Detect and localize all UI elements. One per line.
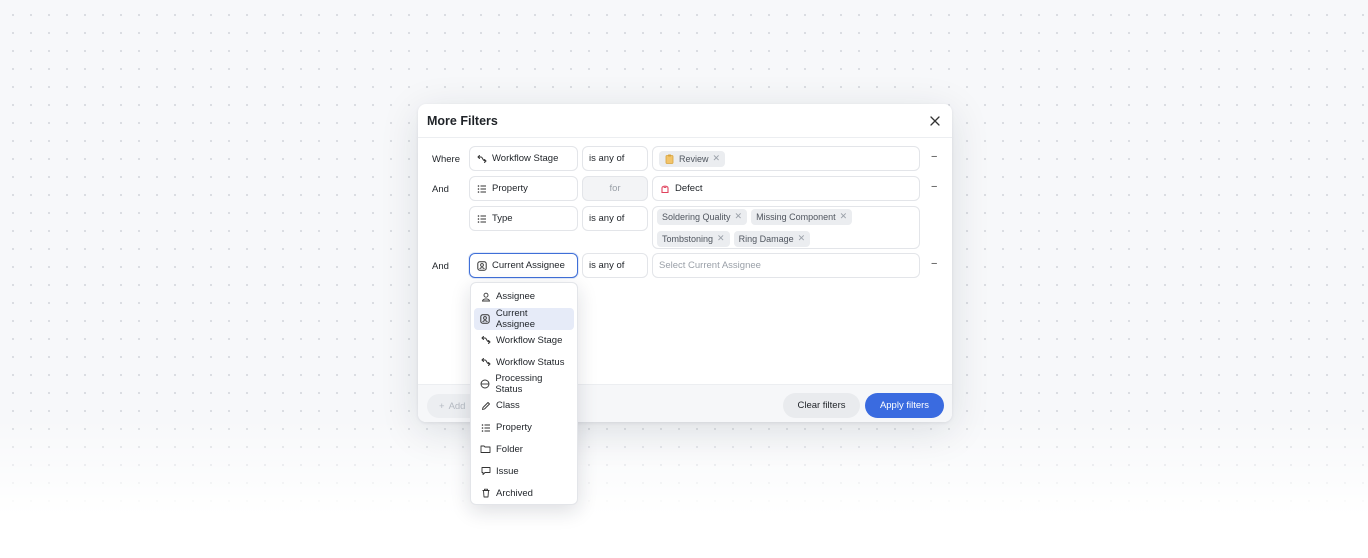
- operator-label: is any of: [589, 260, 625, 271]
- dropdown-item-label: Archived: [496, 487, 533, 499]
- plus-icon: +: [439, 400, 445, 412]
- chip-remove-icon[interactable]: ✕: [840, 211, 848, 222]
- dropdown-item-current-assignee[interactable]: Current Assignee: [474, 308, 574, 330]
- operator-label: for: [609, 183, 621, 194]
- workflow-icon: [480, 357, 491, 368]
- dropdown-item-label: Current Assignee: [495, 307, 535, 330]
- property-value-select[interactable]: Defect: [652, 176, 920, 201]
- field-label: Property: [492, 183, 528, 194]
- remove-row-button[interactable]: −: [931, 258, 937, 270]
- chip-label: Tombstoning: [662, 233, 714, 244]
- user-icon: [480, 291, 491, 302]
- value-chip: Ring Damage ✕: [733, 230, 811, 247]
- dropdown-item-label: Processing Status: [495, 373, 543, 396]
- chip-label: Ring Damage: [738, 233, 794, 244]
- row-conjunction: Where: [432, 154, 460, 165]
- chip-label: Missing Component: [756, 211, 836, 222]
- row-conjunction: And: [432, 184, 449, 195]
- list-icon: [476, 183, 487, 194]
- field-select[interactable]: Workflow Stage: [469, 146, 578, 171]
- operator-for-label: for: [582, 176, 648, 201]
- list-icon: [476, 213, 487, 224]
- field-dropdown-menu: Assignee Current Assignee Workflow Stage…: [470, 282, 578, 505]
- operator-select[interactable]: is any of: [582, 206, 648, 231]
- dropdown-item-property[interactable]: Property: [474, 417, 574, 439]
- trash-icon: [480, 488, 491, 499]
- folder-icon: [480, 444, 491, 455]
- value-placeholder: Select Current Assignee: [659, 260, 761, 271]
- value-chip: Missing Component ✕: [751, 208, 853, 225]
- modal-header: More Filters: [418, 104, 952, 138]
- modal-title: More Filters: [427, 113, 498, 128]
- value-select[interactable]: Review ✕: [652, 146, 920, 171]
- operator-select[interactable]: is any of: [582, 253, 648, 278]
- value-chip: Tombstoning ✕: [657, 230, 730, 247]
- assignee-badge-icon: [476, 260, 487, 271]
- dropdown-item-workflow-stage[interactable]: Workflow Stage: [474, 330, 574, 352]
- field-label: Type: [492, 213, 513, 224]
- close-icon: [930, 116, 940, 126]
- assignee-badge-icon: [480, 313, 491, 324]
- dropdown-item-label: Workflow Status: [496, 356, 565, 368]
- dropdown-item-archived[interactable]: Archived: [474, 482, 574, 504]
- chip-remove-icon[interactable]: ✕: [798, 233, 806, 244]
- value-chip: Review ✕: [659, 150, 726, 167]
- chip-remove-icon[interactable]: ✕: [735, 211, 743, 222]
- dropdown-item-assignee[interactable]: Assignee: [474, 286, 574, 308]
- defect-icon: [659, 183, 670, 194]
- dropdown-item-label: Workflow Stage: [496, 334, 563, 346]
- workflow-icon: [476, 153, 487, 164]
- close-button[interactable]: [927, 113, 943, 129]
- assignee-value-select[interactable]: Select Current Assignee: [652, 253, 920, 278]
- dropdown-item-workflow-status[interactable]: Workflow Status: [474, 351, 574, 373]
- add-filter-label: Add: [448, 400, 466, 412]
- field-select[interactable]: Current Assignee: [469, 253, 578, 278]
- dropdown-item-class[interactable]: Class: [474, 395, 574, 417]
- comment-icon: [480, 466, 491, 477]
- operator-label: is any of: [589, 213, 625, 224]
- dropdown-item-label: Class: [496, 400, 520, 412]
- pencil-icon: [480, 400, 491, 411]
- field-label: Current Assignee: [492, 260, 565, 271]
- property-value-label: Defect: [675, 183, 703, 194]
- dropdown-item-label: Assignee: [496, 291, 536, 303]
- remove-row-button[interactable]: −: [931, 181, 937, 193]
- field-select[interactable]: Property: [469, 176, 578, 201]
- value-select[interactable]: Soldering Quality ✕ Missing Component ✕ …: [652, 206, 920, 249]
- chip-label: Review: [679, 153, 709, 164]
- row-conjunction: And: [432, 261, 449, 272]
- dropdown-item-folder[interactable]: Folder: [474, 439, 574, 461]
- field-label: Workflow Stage: [492, 153, 559, 164]
- clear-filters-button[interactable]: Clear filters: [783, 393, 860, 418]
- operator-select[interactable]: is any of: [582, 146, 648, 171]
- list-icon: [480, 422, 491, 433]
- dropdown-item-label: Folder: [496, 443, 523, 455]
- chip-remove-icon[interactable]: ✕: [717, 233, 725, 244]
- operator-label: is any of: [589, 153, 625, 164]
- value-chip: Soldering Quality ✕: [657, 208, 748, 225]
- remove-row-button[interactable]: −: [931, 151, 937, 163]
- dropdown-item-issue[interactable]: Issue: [474, 460, 574, 482]
- chip-remove-icon[interactable]: ✕: [713, 153, 721, 164]
- dropdown-item-processing-status[interactable]: Processing Status: [474, 373, 574, 395]
- chip-label: Soldering Quality: [662, 211, 731, 222]
- clipboard-icon: [664, 153, 675, 164]
- apply-filters-button[interactable]: Apply filters: [865, 393, 944, 418]
- background-fade: [0, 418, 1368, 558]
- dropdown-item-label: Issue: [496, 465, 519, 477]
- dropdown-item-label: Property: [496, 422, 532, 434]
- processing-icon: [480, 379, 490, 390]
- field-select[interactable]: Type: [469, 206, 578, 231]
- workflow-icon: [480, 335, 491, 346]
